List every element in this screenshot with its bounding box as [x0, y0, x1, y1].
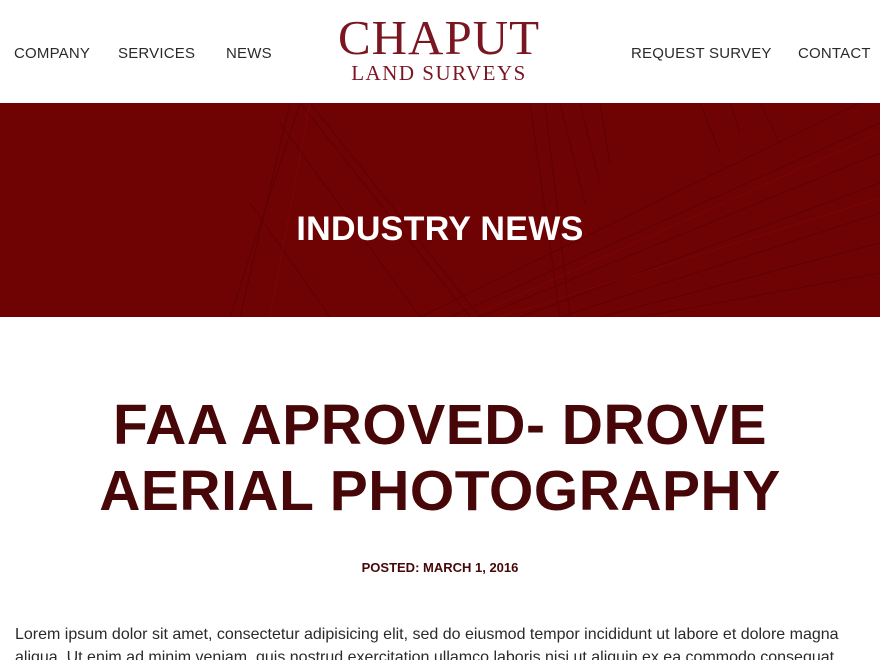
article-title: FAA APROVED- DROVE AERIAL PHOTOGRAPHY [99, 393, 781, 523]
nav-request-survey[interactable]: REQUEST SURVEY [631, 45, 772, 63]
nav-services[interactable]: SERVICES [118, 45, 195, 63]
logo-tagline: LAND SURVEYS [351, 61, 527, 85]
nav-company[interactable]: COMPANY [14, 45, 90, 63]
site-logo[interactable]: CHAPUT LAND SURVEYS [300, 12, 578, 92]
logo-wordmark: CHAPUT [337, 10, 541, 65]
site-header: COMPANY SERVICES NEWS CHAPUT LAND SURVEY… [0, 0, 880, 103]
banner-title: INDUSTRY NEWS [296, 209, 584, 248]
post-date: POSTED: MARCH 1, 2016 [361, 560, 519, 575]
hero-banner: INDUSTRY NEWS [0, 103, 880, 317]
nav-contact[interactable]: CONTACT [798, 45, 871, 63]
article-body: Lorem ipsum dolor sit amet, consectetur … [15, 626, 839, 660]
nav-news[interactable]: NEWS [226, 45, 272, 63]
